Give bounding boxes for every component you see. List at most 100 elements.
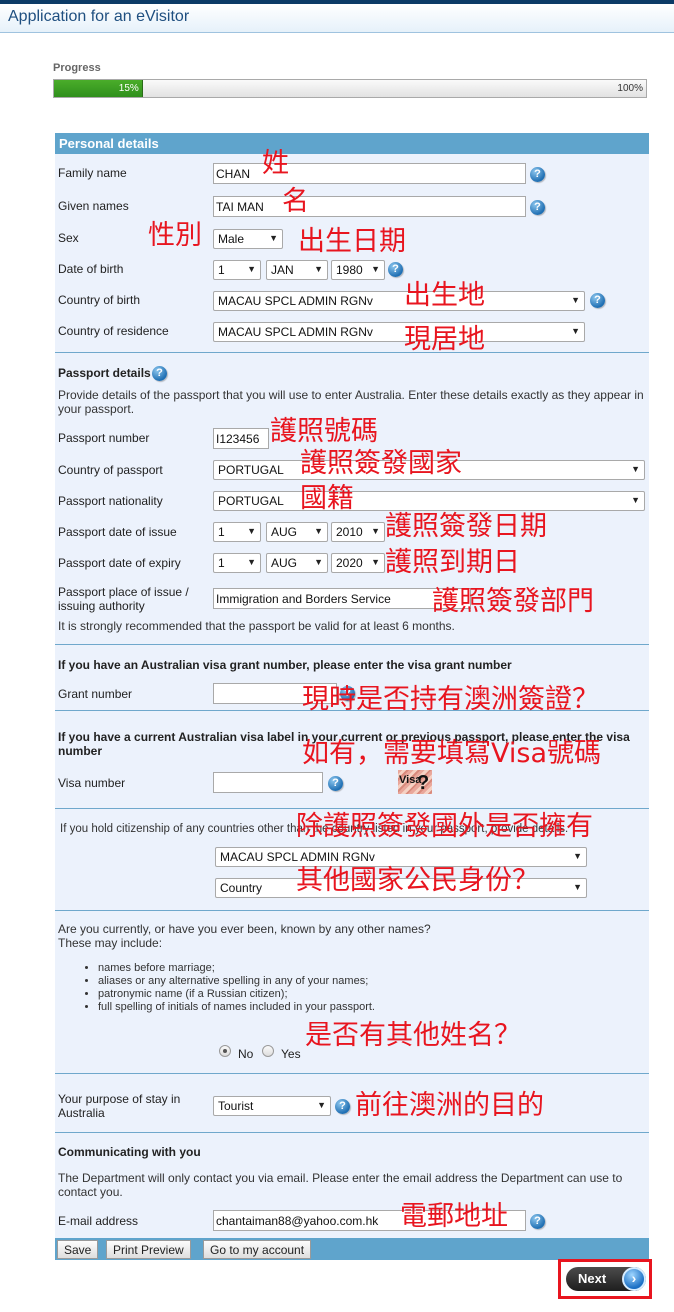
visa-label-help-image[interactable]: Visa? [398, 770, 432, 794]
expiry-month-select[interactable]: AUG ▼ [266, 553, 328, 573]
dropdown-arrow-icon: ▼ [371, 526, 380, 536]
annotation-issue-date: 護照簽發日期 [385, 511, 547, 542]
family-name-input[interactable]: CHAN [213, 163, 526, 184]
help-icon[interactable]: ? [335, 1099, 350, 1114]
given-names-input[interactable]: TAI MAN [213, 196, 526, 217]
issue-month-select[interactable]: AUG ▼ [266, 522, 328, 542]
passport-number-input[interactable]: I123456 [213, 428, 269, 449]
help-icon[interactable]: ? [152, 366, 167, 381]
dob-year-select[interactable]: 1980 ▼ [331, 260, 385, 280]
next-button-label: Next [578, 1271, 607, 1286]
passport-intro-text: Provide details of the passport that you… [58, 388, 644, 416]
annotation-citizenship-2: 其他國家公民身份？ [296, 865, 539, 896]
issue-month-value: AUG [271, 525, 298, 539]
issue-day-select[interactable]: 1 ▼ [213, 522, 261, 542]
country-of-birth-value: MACAU SPCL ADMIN RGNv [218, 294, 373, 308]
help-icon[interactable]: ? [328, 776, 343, 791]
annotation-family-name: 姓 [262, 148, 289, 179]
dob-day-select[interactable]: 1 ▼ [213, 260, 261, 280]
grant-number-label: Grant number [58, 687, 133, 701]
country-of-residence-select[interactable]: MACAU SPCL ADMIN RGNv ▼ [213, 322, 585, 342]
chevron-right-icon: › [622, 1267, 646, 1291]
annotation-passport-country: 護照簽發國家 [300, 448, 462, 479]
annotation-authority: 護照簽發部門 [432, 586, 594, 617]
dob-month-select[interactable]: JAN ▼ [266, 260, 328, 280]
expiry-month-value: AUG [271, 556, 298, 570]
passport-nationality-select[interactable]: PORTUGAL ▼ [213, 491, 645, 511]
sex-value: Male [218, 232, 245, 246]
issue-year-select[interactable]: 2010 ▼ [331, 522, 385, 542]
next-button[interactable]: Next › [566, 1267, 646, 1291]
list-item: full spelling of initials of names inclu… [98, 1001, 375, 1014]
country-of-passport-label: Country of passport [58, 463, 163, 477]
email-label: E-mail address [58, 1214, 139, 1228]
passport-nationality-value: PORTUGAL [218, 494, 284, 508]
progress-label: Progress [53, 62, 101, 74]
other-names-yes-label: Yes [281, 1047, 301, 1061]
dob-day-value: 1 [218, 263, 225, 277]
other-names-yes-radio[interactable] [262, 1045, 274, 1057]
help-icon[interactable]: ? [530, 1214, 545, 1229]
save-button[interactable]: Save [57, 1240, 99, 1259]
annotation-dob: 出生日期 [298, 226, 406, 257]
annotation-expiry-date: 護照到期日 [385, 547, 520, 578]
dropdown-arrow-icon: ▼ [269, 233, 278, 243]
title-bar: Application for an eVisitor [0, 4, 674, 33]
dropdown-arrow-icon: ▼ [631, 495, 640, 505]
annotation-passport-number: 護照號碼 [270, 416, 378, 447]
dropdown-arrow-icon: ▼ [314, 526, 323, 536]
sex-select[interactable]: Male ▼ [213, 229, 283, 249]
annotation-birthplace: 出生地 [404, 280, 485, 311]
list-item: names before marriage; [98, 962, 375, 975]
other-names-no-radio[interactable] [219, 1045, 231, 1057]
page-title: Application for an eVisitor [8, 8, 190, 25]
sex-label: Sex [58, 231, 79, 245]
dropdown-arrow-icon: ▼ [573, 882, 582, 892]
help-icon[interactable]: ? [590, 293, 605, 308]
communication-text: The Department will only contact you via… [58, 1171, 623, 1199]
annotation-visa-question: 現時是否持有澳洲簽證？ [302, 684, 599, 715]
expiry-day-value: 1 [218, 556, 225, 570]
passport-expiry-date-label: Passport date of expiry [58, 556, 181, 570]
progress-fill: 15% [54, 80, 143, 97]
dropdown-arrow-icon: ▼ [247, 557, 256, 567]
purpose-label: Your purpose of stay in Australia [58, 1092, 180, 1120]
visa-number-input[interactable] [213, 772, 323, 793]
dropdown-arrow-icon: ▼ [247, 526, 256, 536]
issuing-authority-label-line1: Passport place of issue / [58, 585, 189, 599]
issue-year-value: 2010 [336, 525, 363, 539]
other-names-list: names before marriage; aliases or any al… [55, 962, 649, 1022]
communicating-title: Communicating with you [58, 1145, 201, 1159]
list-item: patronymic name (if a Russian citizen); [98, 988, 375, 1001]
print-preview-button[interactable]: Print Preview [106, 1240, 191, 1259]
progress-bar: 15% 100% [53, 79, 647, 98]
help-icon[interactable]: ? [530, 200, 545, 215]
dropdown-arrow-icon: ▼ [371, 264, 380, 274]
dob-month-value: JAN [271, 263, 294, 277]
country-of-birth-select[interactable]: MACAU SPCL ADMIN RGNv ▼ [213, 291, 585, 311]
go-to-account-button[interactable]: Go to my account [203, 1240, 312, 1259]
purpose-label-line1: Your purpose of stay in [58, 1092, 181, 1106]
annotation-sex: 性別 [148, 220, 202, 251]
annotation-other-names: 是否有其他姓名？ [305, 1020, 521, 1051]
expiry-year-select[interactable]: 2020 ▼ [331, 553, 385, 573]
visa-number-label: Visa number [58, 776, 126, 790]
expiry-day-select[interactable]: 1 ▼ [213, 553, 261, 573]
annotation-purpose: 前往澳洲的目的 [355, 1090, 544, 1121]
dropdown-arrow-icon: ▼ [571, 295, 580, 305]
purpose-select[interactable]: Tourist ▼ [213, 1096, 331, 1116]
country-of-residence-label: Country of residence [58, 324, 169, 338]
dropdown-arrow-icon: ▼ [573, 851, 582, 861]
help-icon[interactable]: ? [530, 167, 545, 182]
other-names-question-text: Are you currently, or have you ever been… [58, 922, 431, 936]
divider [55, 644, 649, 645]
country-of-passport-value: PORTUGAL [218, 463, 284, 477]
divider [55, 1132, 649, 1133]
citizenship-country-1-select[interactable]: MACAU SPCL ADMIN RGNv ▼ [215, 847, 587, 867]
annotation-visa-number: 如有，需要填寫Visa號碼 [302, 738, 601, 769]
expiry-year-value: 2020 [336, 556, 363, 570]
help-icon[interactable]: ? [388, 262, 403, 277]
annotation-given-names: 名 [282, 186, 309, 217]
action-bar: Save Print Preview Go to my account [55, 1238, 649, 1260]
divider [55, 1073, 649, 1074]
